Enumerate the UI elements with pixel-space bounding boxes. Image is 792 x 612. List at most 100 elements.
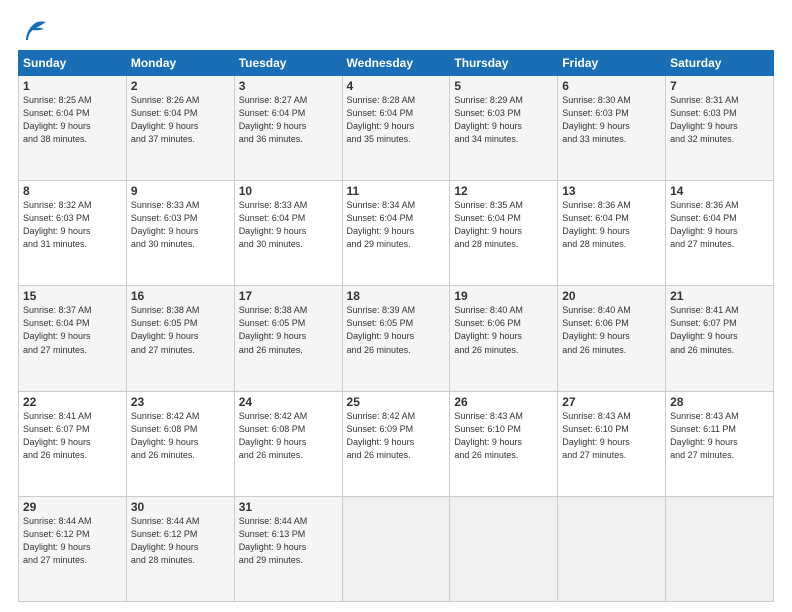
day-detail: Sunrise: 8:29 AM Sunset: 6:03 PM Dayligh… <box>454 94 553 146</box>
day-number: 19 <box>454 289 553 303</box>
day-detail: Sunrise: 8:38 AM Sunset: 6:05 PM Dayligh… <box>239 304 338 356</box>
calendar-table: SundayMondayTuesdayWednesdayThursdayFrid… <box>18 50 774 602</box>
day-number: 31 <box>239 500 338 514</box>
day-number: 27 <box>562 395 661 409</box>
calendar-cell: 18Sunrise: 8:39 AM Sunset: 6:05 PM Dayli… <box>342 286 450 391</box>
day-number: 16 <box>131 289 230 303</box>
calendar-cell: 6Sunrise: 8:30 AM Sunset: 6:03 PM Daylig… <box>558 76 666 181</box>
calendar-cell: 14Sunrise: 8:36 AM Sunset: 6:04 PM Dayli… <box>666 181 774 286</box>
day-number: 30 <box>131 500 230 514</box>
day-number: 25 <box>347 395 446 409</box>
calendar-cell: 7Sunrise: 8:31 AM Sunset: 6:03 PM Daylig… <box>666 76 774 181</box>
day-detail: Sunrise: 8:44 AM Sunset: 6:13 PM Dayligh… <box>239 515 338 567</box>
day-detail: Sunrise: 8:32 AM Sunset: 6:03 PM Dayligh… <box>23 199 122 251</box>
logo-bird-icon <box>20 18 48 46</box>
calendar-cell <box>666 496 774 601</box>
calendar-cell <box>342 496 450 601</box>
calendar-cell: 8Sunrise: 8:32 AM Sunset: 6:03 PM Daylig… <box>19 181 127 286</box>
calendar-cell: 29Sunrise: 8:44 AM Sunset: 6:12 PM Dayli… <box>19 496 127 601</box>
calendar-cell: 25Sunrise: 8:42 AM Sunset: 6:09 PM Dayli… <box>342 391 450 496</box>
day-number: 29 <box>23 500 122 514</box>
calendar-cell: 20Sunrise: 8:40 AM Sunset: 6:06 PM Dayli… <box>558 286 666 391</box>
calendar-cell: 17Sunrise: 8:38 AM Sunset: 6:05 PM Dayli… <box>234 286 342 391</box>
day-number: 22 <box>23 395 122 409</box>
calendar-cell: 16Sunrise: 8:38 AM Sunset: 6:05 PM Dayli… <box>126 286 234 391</box>
day-number: 3 <box>239 79 338 93</box>
calendar-cell: 11Sunrise: 8:34 AM Sunset: 6:04 PM Dayli… <box>342 181 450 286</box>
calendar-cell: 30Sunrise: 8:44 AM Sunset: 6:12 PM Dayli… <box>126 496 234 601</box>
calendar-week-3: 15Sunrise: 8:37 AM Sunset: 6:04 PM Dayli… <box>19 286 774 391</box>
calendar-cell: 3Sunrise: 8:27 AM Sunset: 6:04 PM Daylig… <box>234 76 342 181</box>
calendar-week-4: 22Sunrise: 8:41 AM Sunset: 6:07 PM Dayli… <box>19 391 774 496</box>
day-detail: Sunrise: 8:33 AM Sunset: 6:04 PM Dayligh… <box>239 199 338 251</box>
weekday-header-wednesday: Wednesday <box>342 51 450 76</box>
calendar-cell: 9Sunrise: 8:33 AM Sunset: 6:03 PM Daylig… <box>126 181 234 286</box>
day-detail: Sunrise: 8:42 AM Sunset: 6:08 PM Dayligh… <box>239 410 338 462</box>
weekday-header-friday: Friday <box>558 51 666 76</box>
day-detail: Sunrise: 8:42 AM Sunset: 6:08 PM Dayligh… <box>131 410 230 462</box>
page: SundayMondayTuesdayWednesdayThursdayFrid… <box>0 0 792 612</box>
calendar-week-1: 1Sunrise: 8:25 AM Sunset: 6:04 PM Daylig… <box>19 76 774 181</box>
day-number: 9 <box>131 184 230 198</box>
day-detail: Sunrise: 8:33 AM Sunset: 6:03 PM Dayligh… <box>131 199 230 251</box>
day-number: 10 <box>239 184 338 198</box>
day-number: 8 <box>23 184 122 198</box>
calendar-cell: 21Sunrise: 8:41 AM Sunset: 6:07 PM Dayli… <box>666 286 774 391</box>
calendar-week-5: 29Sunrise: 8:44 AM Sunset: 6:12 PM Dayli… <box>19 496 774 601</box>
calendar-cell: 10Sunrise: 8:33 AM Sunset: 6:04 PM Dayli… <box>234 181 342 286</box>
calendar-cell: 1Sunrise: 8:25 AM Sunset: 6:04 PM Daylig… <box>19 76 127 181</box>
calendar-cell: 15Sunrise: 8:37 AM Sunset: 6:04 PM Dayli… <box>19 286 127 391</box>
day-detail: Sunrise: 8:44 AM Sunset: 6:12 PM Dayligh… <box>23 515 122 567</box>
weekday-header-monday: Monday <box>126 51 234 76</box>
weekday-header-tuesday: Tuesday <box>234 51 342 76</box>
day-number: 21 <box>670 289 769 303</box>
day-detail: Sunrise: 8:43 AM Sunset: 6:10 PM Dayligh… <box>454 410 553 462</box>
calendar-cell: 26Sunrise: 8:43 AM Sunset: 6:10 PM Dayli… <box>450 391 558 496</box>
calendar-cell: 13Sunrise: 8:36 AM Sunset: 6:04 PM Dayli… <box>558 181 666 286</box>
day-detail: Sunrise: 8:41 AM Sunset: 6:07 PM Dayligh… <box>23 410 122 462</box>
day-detail: Sunrise: 8:41 AM Sunset: 6:07 PM Dayligh… <box>670 304 769 356</box>
day-number: 17 <box>239 289 338 303</box>
day-detail: Sunrise: 8:37 AM Sunset: 6:04 PM Dayligh… <box>23 304 122 356</box>
weekday-header-sunday: Sunday <box>19 51 127 76</box>
day-number: 1 <box>23 79 122 93</box>
day-number: 5 <box>454 79 553 93</box>
calendar-cell <box>558 496 666 601</box>
day-detail: Sunrise: 8:25 AM Sunset: 6:04 PM Dayligh… <box>23 94 122 146</box>
calendar-cell: 2Sunrise: 8:26 AM Sunset: 6:04 PM Daylig… <box>126 76 234 181</box>
day-number: 4 <box>347 79 446 93</box>
calendar-cell: 28Sunrise: 8:43 AM Sunset: 6:11 PM Dayli… <box>666 391 774 496</box>
day-detail: Sunrise: 8:38 AM Sunset: 6:05 PM Dayligh… <box>131 304 230 356</box>
day-number: 15 <box>23 289 122 303</box>
day-detail: Sunrise: 8:31 AM Sunset: 6:03 PM Dayligh… <box>670 94 769 146</box>
day-number: 13 <box>562 184 661 198</box>
day-number: 18 <box>347 289 446 303</box>
day-detail: Sunrise: 8:44 AM Sunset: 6:12 PM Dayligh… <box>131 515 230 567</box>
day-number: 2 <box>131 79 230 93</box>
day-detail: Sunrise: 8:36 AM Sunset: 6:04 PM Dayligh… <box>562 199 661 251</box>
day-detail: Sunrise: 8:42 AM Sunset: 6:09 PM Dayligh… <box>347 410 446 462</box>
day-number: 7 <box>670 79 769 93</box>
day-detail: Sunrise: 8:28 AM Sunset: 6:04 PM Dayligh… <box>347 94 446 146</box>
day-detail: Sunrise: 8:34 AM Sunset: 6:04 PM Dayligh… <box>347 199 446 251</box>
calendar-cell: 23Sunrise: 8:42 AM Sunset: 6:08 PM Dayli… <box>126 391 234 496</box>
calendar-cell: 27Sunrise: 8:43 AM Sunset: 6:10 PM Dayli… <box>558 391 666 496</box>
day-detail: Sunrise: 8:26 AM Sunset: 6:04 PM Dayligh… <box>131 94 230 146</box>
day-number: 20 <box>562 289 661 303</box>
day-detail: Sunrise: 8:39 AM Sunset: 6:05 PM Dayligh… <box>347 304 446 356</box>
calendar-cell: 24Sunrise: 8:42 AM Sunset: 6:08 PM Dayli… <box>234 391 342 496</box>
logo <box>18 18 48 42</box>
day-detail: Sunrise: 8:40 AM Sunset: 6:06 PM Dayligh… <box>562 304 661 356</box>
calendar-week-2: 8Sunrise: 8:32 AM Sunset: 6:03 PM Daylig… <box>19 181 774 286</box>
calendar-cell: 22Sunrise: 8:41 AM Sunset: 6:07 PM Dayli… <box>19 391 127 496</box>
calendar-cell: 5Sunrise: 8:29 AM Sunset: 6:03 PM Daylig… <box>450 76 558 181</box>
day-detail: Sunrise: 8:35 AM Sunset: 6:04 PM Dayligh… <box>454 199 553 251</box>
calendar-header-row: SundayMondayTuesdayWednesdayThursdayFrid… <box>19 51 774 76</box>
day-detail: Sunrise: 8:43 AM Sunset: 6:11 PM Dayligh… <box>670 410 769 462</box>
day-detail: Sunrise: 8:27 AM Sunset: 6:04 PM Dayligh… <box>239 94 338 146</box>
calendar-cell: 19Sunrise: 8:40 AM Sunset: 6:06 PM Dayli… <box>450 286 558 391</box>
weekday-header-thursday: Thursday <box>450 51 558 76</box>
day-number: 14 <box>670 184 769 198</box>
calendar-cell: 12Sunrise: 8:35 AM Sunset: 6:04 PM Dayli… <box>450 181 558 286</box>
day-number: 26 <box>454 395 553 409</box>
